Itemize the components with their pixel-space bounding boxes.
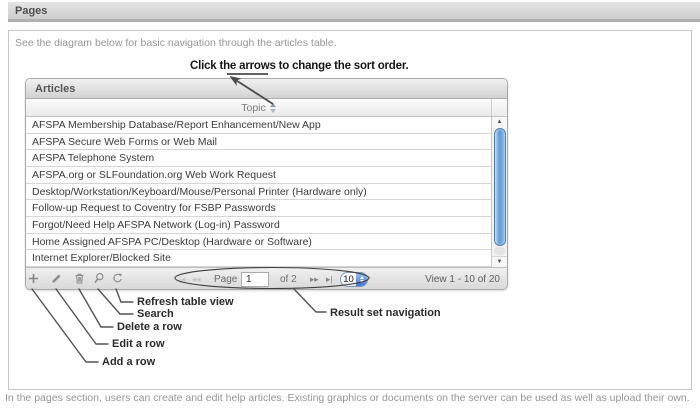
result-set-callout-label: Result set navigation [330, 307, 441, 319]
edit-callout-label: Edit a row [112, 338, 165, 350]
magnifier-icon [92, 272, 105, 285]
table-row[interactable]: Follow-up Request to Coventry for FSBP P… [26, 200, 491, 217]
pencil-icon [50, 272, 63, 285]
articles-table-title-bar: Articles [26, 79, 507, 99]
rows-per-page-stepper[interactable]: 10 [340, 272, 368, 287]
footer-note-text: In the pages section, users can create a… [5, 392, 690, 404]
page-number-input[interactable] [241, 272, 269, 287]
table-row[interactable]: Home Assigned AFSPA PC/Desktop (Hardware… [26, 234, 491, 251]
delete-callout-label: Delete a row [117, 321, 182, 333]
intro-text: See the diagram below for basic navigati… [15, 37, 337, 49]
refresh-callout-label: Refresh table view [137, 296, 234, 308]
view-status: View 1 - 10 of 20 [425, 268, 500, 290]
scrollbar-track [494, 247, 505, 255]
page-header-bar: Pages [8, 2, 700, 22]
stepper-arrows-icon[interactable] [356, 273, 367, 286]
scrollbar-thumb[interactable] [494, 128, 506, 246]
topic-column-header[interactable]: Topic [26, 99, 507, 117]
sort-icon[interactable] [270, 103, 276, 113]
search-callout-label: Search [137, 308, 174, 320]
articles-table-title: Articles [35, 83, 75, 95]
next-page-button[interactable]: ▸▸ [310, 268, 319, 290]
table-body: AFSPA Membership Database/Report Enhance… [26, 117, 507, 267]
page-root: Pages See the diagram below for basic na… [0, 0, 700, 409]
last-page-button[interactable]: ▸| [326, 268, 332, 290]
table-row[interactable]: Internet Explorer/Blocked Site [26, 250, 491, 267]
refresh-icon [111, 272, 124, 285]
table-row[interactable]: Desktop/Workstation/Keyboard/Mouse/Perso… [26, 184, 491, 201]
articles-table: Articles Topic AFSPA Membership Database… [25, 78, 508, 290]
topic-column-label: Topic [241, 102, 266, 114]
scroll-up-icon: ▲ [497, 119, 503, 125]
scroll-down-icon: ▼ [497, 259, 503, 265]
page-title: Pages [15, 5, 47, 17]
table-row[interactable]: AFSPA Telephone System [26, 150, 491, 167]
add-callout-label: Add a row [102, 356, 155, 368]
page-count-label: of 2 [280, 268, 297, 290]
search-button[interactable] [92, 272, 105, 285]
add-row-button[interactable] [27, 272, 40, 285]
rows-per-page-value: 10 [341, 273, 356, 286]
refresh-button[interactable] [111, 272, 124, 285]
table-row[interactable]: AFSPA.org or SLFoundation.org Web Work R… [26, 167, 491, 184]
sort-annotation-label: Click the arrows to change the sort orde… [190, 60, 408, 72]
vertical-scrollbar[interactable]: ▲ ▼ [491, 117, 507, 267]
trash-icon [73, 272, 86, 285]
plus-icon [27, 272, 40, 285]
edit-row-button[interactable] [50, 272, 63, 285]
scroll-down-button[interactable]: ▼ [492, 256, 507, 267]
table-footer-bar: |◂ ◂◂ Page of 2 ▸▸ ▸| 10 View 1 - 10 of … [26, 267, 507, 289]
table-row[interactable]: AFSPA Secure Web Forms or Web Mail [26, 134, 491, 151]
table-row[interactable]: Forgot/Need Help AFSPA Network (Log-in) … [26, 217, 491, 234]
scroll-up-button[interactable]: ▲ [492, 117, 507, 128]
delete-row-button[interactable] [73, 272, 86, 285]
column-header-scroll-gap [491, 99, 507, 116]
first-page-button[interactable]: |◂ [179, 268, 185, 290]
page-label: Page [214, 268, 237, 290]
table-row[interactable]: AFSPA Membership Database/Report Enhance… [26, 117, 491, 134]
previous-page-button[interactable]: ◂◂ [192, 268, 201, 290]
